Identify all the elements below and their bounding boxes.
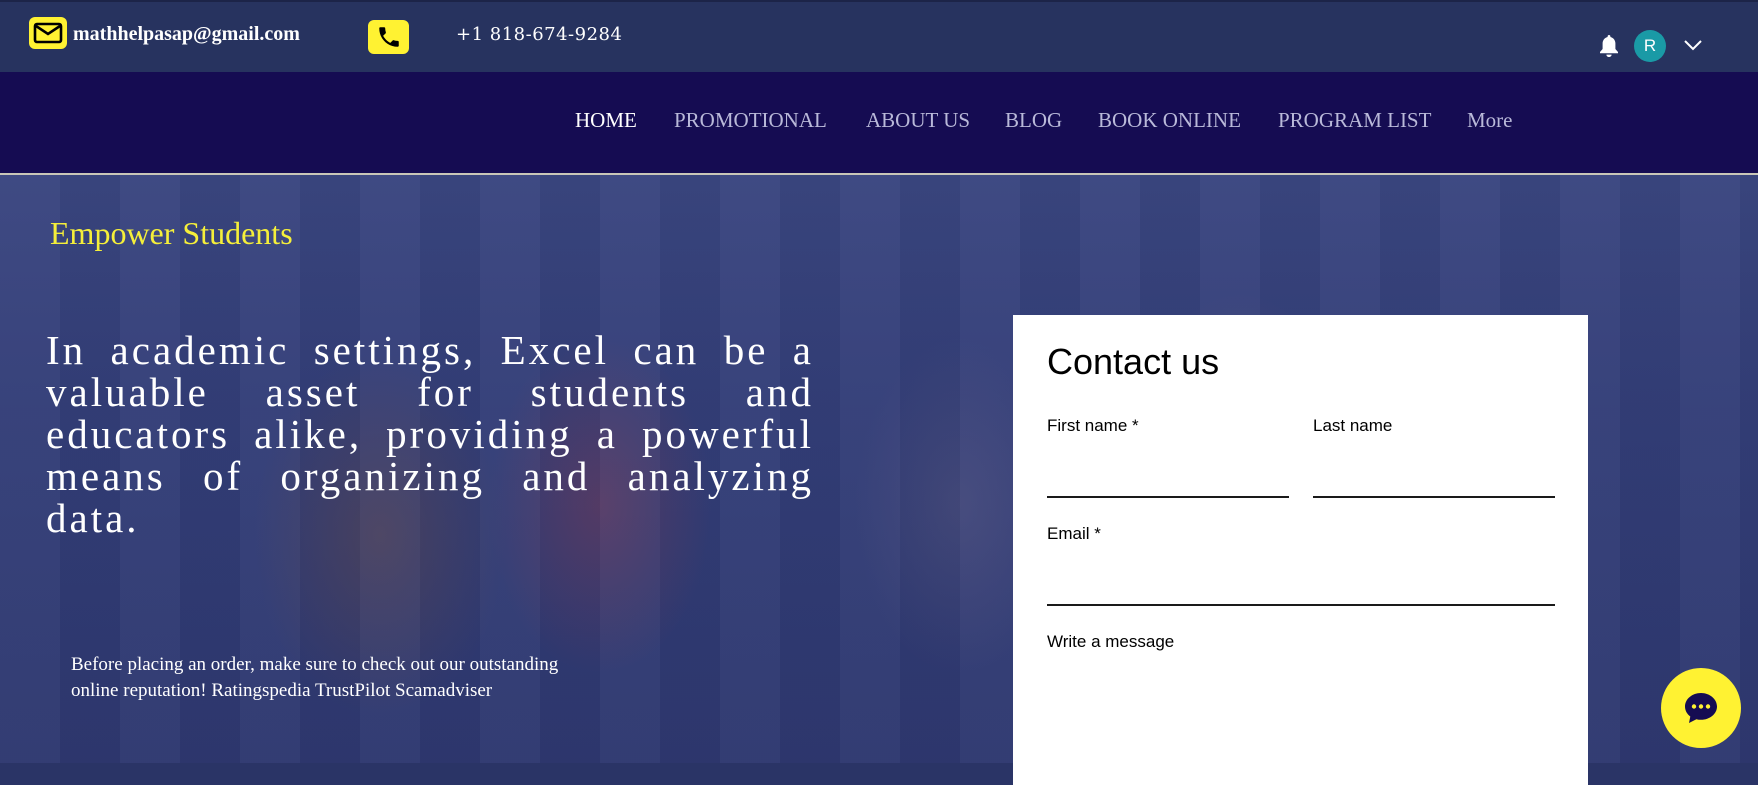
chat-button[interactable] <box>1661 668 1741 748</box>
hero-headline: In academic settings, Excel can be a val… <box>46 327 814 541</box>
nav-blog[interactable]: BLOG <box>1005 108 1062 133</box>
main-nav: HOME PROMOTIONAL ABOUT US BLOG BOOK ONLI… <box>0 72 1758 175</box>
email-label: Email * <box>1047 524 1101 543</box>
nav-more[interactable]: More <box>1467 108 1513 133</box>
nav-promotional[interactable]: PROMOTIONAL <box>674 108 827 133</box>
hero-eyebrow: Empower Students <box>50 215 293 251</box>
phone-number-link[interactable]: +1 818-674-9284 <box>456 24 622 45</box>
message-label: Write a message <box>1047 632 1175 651</box>
nav-program-list[interactable]: PROGRAM LIST <box>1278 108 1431 133</box>
nav-about-us[interactable]: ABOUT US <box>866 108 970 133</box>
chevron-down-icon[interactable] <box>1683 38 1703 52</box>
first-name-label: First name * <box>1047 416 1139 435</box>
chat-bubble-icon <box>1685 693 1717 723</box>
last-name-field[interactable] <box>1313 496 1555 498</box>
message-field[interactable] <box>1047 660 1555 770</box>
last-name-label: Last name <box>1313 416 1393 435</box>
email-field[interactable] <box>1047 604 1555 606</box>
nav-home[interactable]: HOME <box>575 108 637 133</box>
phone-icon[interactable] <box>368 20 409 54</box>
top-contact-bar: mathhelpasap@gmail.com +1 818-674-9284 R <box>0 0 1758 74</box>
mail-icon[interactable] <box>29 17 67 49</box>
avatar[interactable]: R <box>1634 30 1666 62</box>
nav-book-online[interactable]: BOOK ONLINE <box>1098 108 1241 133</box>
first-name-field[interactable] <box>1047 496 1289 498</box>
contact-form: Contact us First name * Last name Email … <box>1013 315 1588 785</box>
contact-title: Contact us <box>1047 341 1220 382</box>
email-link[interactable]: mathhelpasap@gmail.com <box>73 23 300 46</box>
bell-icon[interactable] <box>1597 33 1621 59</box>
reputation-note: Before placing an order, make sure to ch… <box>71 654 559 701</box>
